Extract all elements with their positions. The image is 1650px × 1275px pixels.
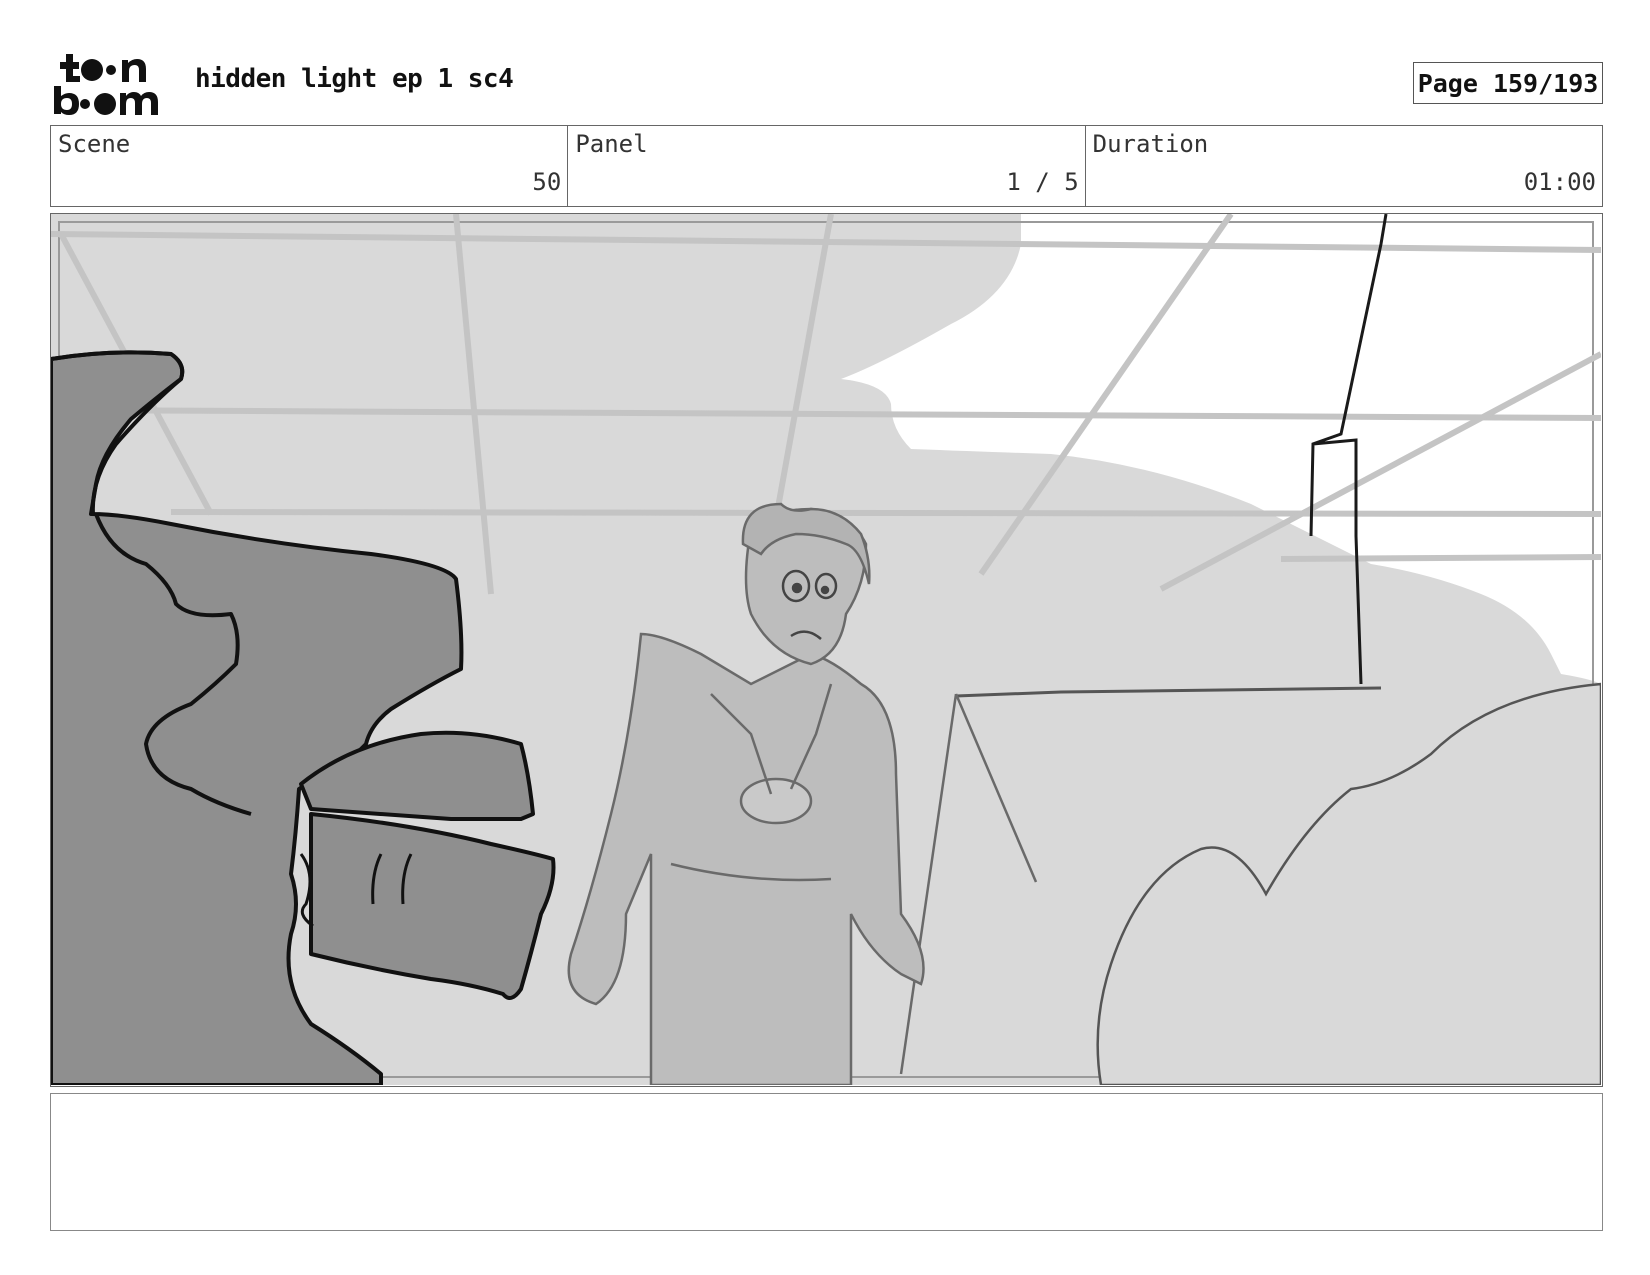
scene-label: Scene (58, 130, 131, 158)
panel-info-table: Scene 50 Panel 1 / 5 Duration 01:00 (50, 125, 1603, 207)
duration-label: Duration (1092, 130, 1209, 158)
project-title: hidden light ep 1 sc4 (195, 64, 514, 94)
page-indicator: Page 159/193 (1413, 62, 1603, 104)
duration-cell: Duration 01:00 (1086, 126, 1602, 206)
panel-value: 1 / 5 (1006, 168, 1079, 196)
panel-label: Panel (575, 130, 648, 158)
panel-cell: Panel 1 / 5 (568, 126, 1086, 206)
scene-value: 50 (532, 168, 562, 196)
storyboard-panel (50, 213, 1603, 1087)
toon-boom-logo (54, 54, 158, 115)
panel-notes-box (50, 1093, 1603, 1231)
storyboard-sketch-image (51, 214, 1601, 1085)
scene-cell: Scene 50 (51, 126, 569, 206)
duration-value: 01:00 (1523, 168, 1596, 196)
